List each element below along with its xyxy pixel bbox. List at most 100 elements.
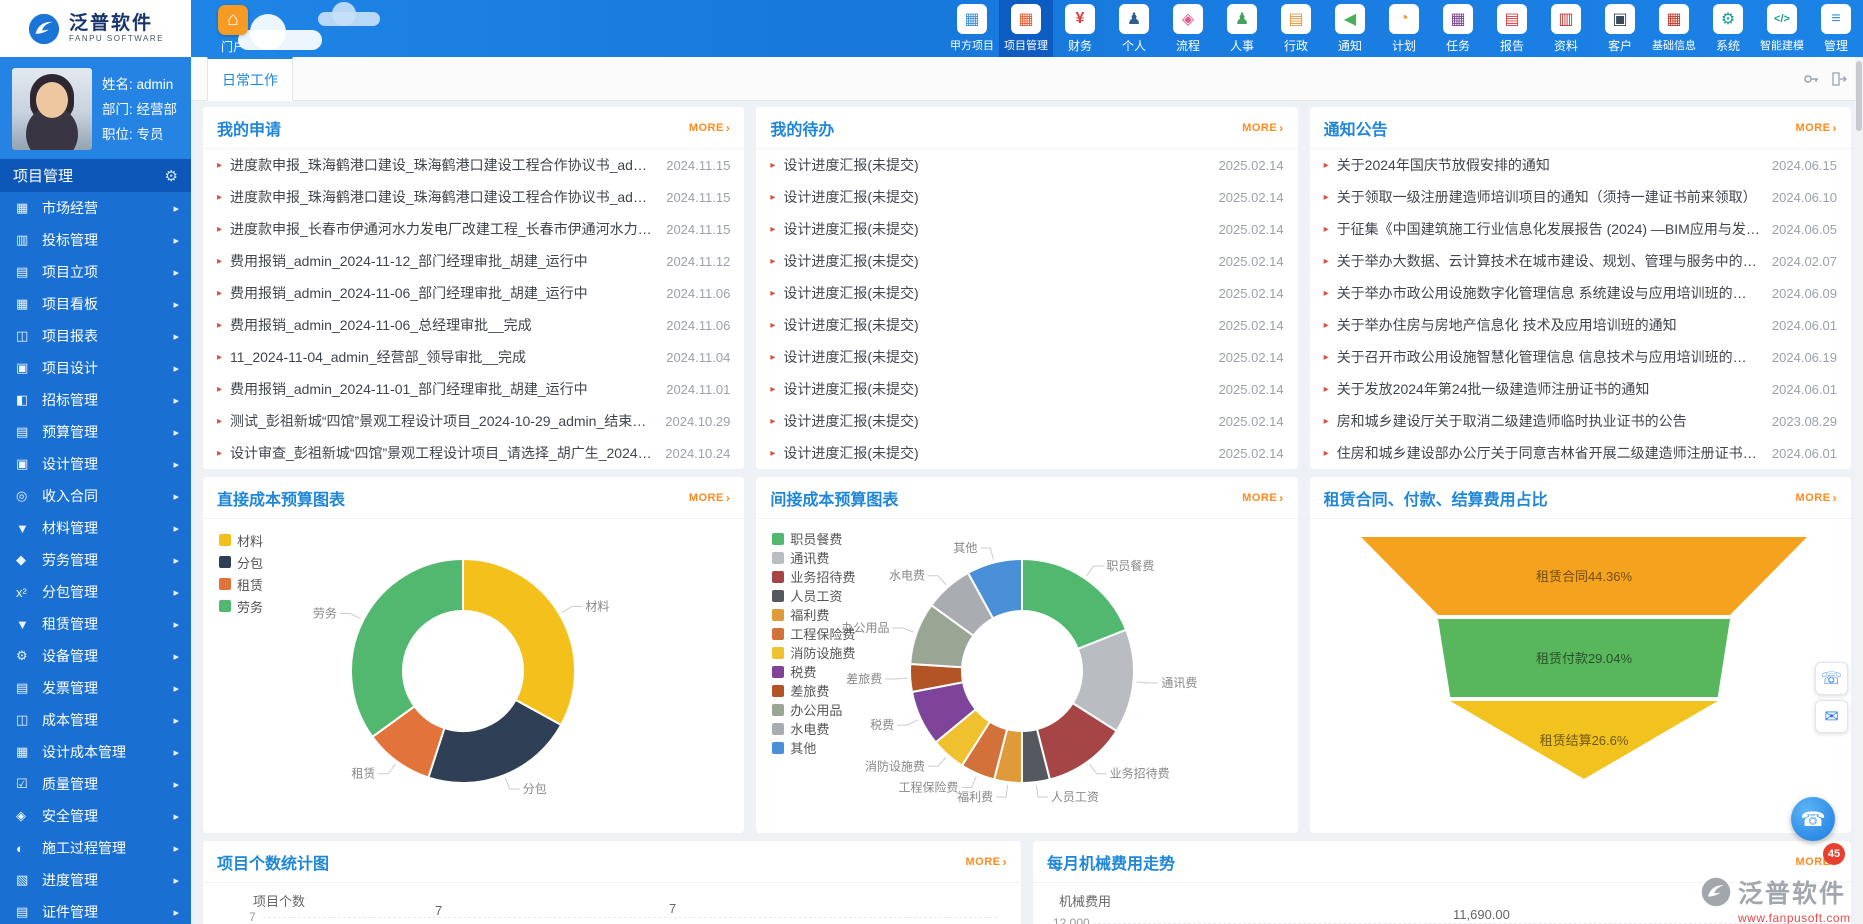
list-item[interactable]: ▸设计进度汇报(未提交)2025.02.14 — [770, 213, 1283, 245]
topnav-人事[interactable]: ♟人事 — [1215, 0, 1269, 57]
sidebar-item-质量管理[interactable]: ☑质量管理▸ — [0, 768, 191, 800]
sidebar-item-投标管理[interactable]: ▥投标管理▸ — [0, 224, 191, 256]
list-item[interactable]: ▸设计审查_彭祖新城“四馆”景观工程设计项目_请选择_胡广生_2024-10-2… — [217, 437, 730, 469]
list-item[interactable]: ▸设计进度汇报(未提交)2025.02.14 — [770, 277, 1283, 309]
exit-panel-icon[interactable] — [1831, 71, 1847, 87]
topnav-客户[interactable]: ▣客户 — [1593, 0, 1647, 57]
topnav-智能建模[interactable]: </>智能建模 — [1755, 0, 1809, 57]
sidebar-item-劳务管理[interactable]: ◆劳务管理▸ — [0, 544, 191, 576]
sidebar-item-预算管理[interactable]: ▤预算管理▸ — [0, 416, 191, 448]
pie-slice-材料[interactable] — [463, 559, 575, 725]
list-item[interactable]: ▸设计进度汇报(未提交)2025.02.14 — [770, 181, 1283, 213]
legend-item-职员餐费[interactable]: 职员餐费 — [772, 529, 855, 548]
sidebar-item-进度管理[interactable]: ▧进度管理▸ — [0, 864, 191, 896]
legend-item-工程保险费[interactable]: 工程保险费 — [772, 624, 855, 643]
notification-badge[interactable]: 45 — [1823, 843, 1845, 865]
sidebar-item-成本管理[interactable]: ◫成本管理▸ — [0, 704, 191, 736]
more-link[interactable]: MORE› — [1795, 122, 1837, 134]
more-link[interactable]: MORE› — [689, 122, 731, 134]
legend-item-其他[interactable]: 其他 — [772, 738, 855, 757]
more-link[interactable]: MORE› — [1242, 492, 1284, 504]
sidebar-item-项目立项[interactable]: ▤项目立项▸ — [0, 256, 191, 288]
legend-item-租赁[interactable]: 租赁 — [219, 573, 263, 595]
list-item[interactable]: ▸进度款申报_珠海鹤港口建设_珠海鹤港口建设工程合作协议书_admin_...2… — [217, 149, 730, 181]
topnav-通知[interactable]: ◀通知 — [1323, 0, 1377, 57]
direct-cost-donut-chart[interactable]: 材料分包租赁劳务 — [203, 519, 744, 833]
list-item[interactable]: ▸费用报销_admin_2024-11-06_部门经理审批_胡建_运行中2024… — [217, 277, 730, 309]
list-item[interactable]: ▸费用报销_admin_2024-11-06_总经理审批__完成2024.11.… — [217, 309, 730, 341]
legend-item-水电费[interactable]: 水电费 — [772, 719, 855, 738]
topnav-系统[interactable]: ⚙系统 — [1701, 0, 1755, 57]
list-item[interactable]: ▸关于发放2024年第24批一级建造师注册证书的通知2024.06.01 — [1324, 373, 1837, 405]
lease-funnel-chart[interactable]: 租赁合同44.36%租赁付款29.04%租赁结算26.6% — [1310, 519, 1851, 833]
legend-item-办公用品[interactable]: 办公用品 — [772, 700, 855, 719]
topnav-个人[interactable]: ♟个人 — [1107, 0, 1161, 57]
topnav-任务[interactable]: ▦任务 — [1431, 0, 1485, 57]
list-item[interactable]: ▸测试_彭祖新城“四馆”景观工程设计项目_2024-10-29_admin_结束… — [217, 405, 730, 437]
pie-slice-劳务[interactable] — [351, 559, 463, 737]
topnav-资料[interactable]: ▥资料 — [1539, 0, 1593, 57]
topnav-报告[interactable]: ▤报告 — [1485, 0, 1539, 57]
sidebar-item-安全管理[interactable]: ◈安全管理▸ — [0, 800, 191, 832]
topnav-计划[interactable]: ◔计划 — [1377, 0, 1431, 57]
sidebar-item-项目设计[interactable]: ▣项目设计▸ — [0, 352, 191, 384]
topnav-财务[interactable]: ¥财务 — [1053, 0, 1107, 57]
list-item[interactable]: ▸关于举办住房与房地产信息化 技术及应用培训班的通知2024.06.01 — [1324, 309, 1837, 341]
list-item[interactable]: ▸进度款申报_长春市伊通河水力发电厂改建工程_长春市伊通河水力发电...2024… — [217, 213, 730, 245]
gear-icon[interactable]: ⚙ — [165, 167, 178, 185]
legend-item-福利费[interactable]: 福利费 — [772, 605, 855, 624]
logo[interactable]: 泛普软件 FANPU SOFTWARE — [0, 0, 191, 57]
sidebar-item-项目看板[interactable]: ▦项目看板▸ — [0, 288, 191, 320]
scrollbar[interactable] — [1855, 57, 1863, 924]
more-link[interactable]: MORE› — [1795, 492, 1837, 504]
list-item[interactable]: ▸房和城乡建设厅关于取消二级建造师临时执业证书的公告2023.08.29 — [1324, 405, 1837, 437]
sidebar-item-材料管理[interactable]: ▼材料管理▸ — [0, 512, 191, 544]
mail-icon[interactable]: ✉ — [1815, 700, 1848, 733]
legend-item-税费[interactable]: 税费 — [772, 662, 855, 681]
list-item[interactable]: ▸费用报销_admin_2024-11-12_部门经理审批_胡建_运行中2024… — [217, 245, 730, 277]
tab-daily-work[interactable]: 日常工作 — [207, 57, 293, 101]
sidebar-item-施工过程管理[interactable]: ◐施工过程管理▸ — [0, 832, 191, 864]
key-icon[interactable] — [1803, 71, 1819, 87]
more-link[interactable]: MORE› — [966, 856, 1008, 868]
legend-item-业务招待费[interactable]: 业务招待费 — [772, 567, 855, 586]
topnav-甲方项目[interactable]: ▦甲方项目 — [945, 0, 999, 57]
legend-item-劳务[interactable]: 劳务 — [219, 595, 263, 617]
legend-item-材料[interactable]: 材料 — [219, 529, 263, 551]
project-count-bar-chart[interactable]: 项目个数777 — [203, 883, 1021, 924]
customer-service-button[interactable]: ☎ — [1791, 797, 1835, 841]
topnav-流程[interactable]: ◈流程 — [1161, 0, 1215, 57]
sidebar-item-项目报表[interactable]: ◫项目报表▸ — [0, 320, 191, 352]
sidebar-item-收入合同[interactable]: ◎收入合同▸ — [0, 480, 191, 512]
topnav-行政[interactable]: ▤行政 — [1269, 0, 1323, 57]
sidebar-item-证件管理[interactable]: ▤证件管理▸ — [0, 896, 191, 924]
list-item[interactable]: ▸设计进度汇报(未提交)2025.02.14 — [770, 341, 1283, 373]
list-item[interactable]: ▸住房和城乡建设部办公厅关于同意吉林省开展二级建造师注册证书电子化试点...20… — [1324, 437, 1837, 469]
sidebar-item-分包管理[interactable]: x²分包管理▸ — [0, 576, 191, 608]
more-link[interactable]: MORE› — [689, 492, 731, 504]
legend-item-消防设施费[interactable]: 消防设施费 — [772, 643, 855, 662]
list-item[interactable]: ▸设计进度汇报(未提交)2025.02.14 — [770, 373, 1283, 405]
list-item[interactable]: ▸关于2024年国庆节放假安排的通知2024.06.15 — [1324, 149, 1837, 181]
sidebar-item-设计管理[interactable]: ▣设计管理▸ — [0, 448, 191, 480]
list-item[interactable]: ▸关于召开市政公用设施智慧化管理信息 信息技术与应用培训班的通知2024.06.… — [1324, 341, 1837, 373]
legend-item-差旅费[interactable]: 差旅费 — [772, 681, 855, 700]
sidebar-item-招标管理[interactable]: ◧招标管理▸ — [0, 384, 191, 416]
list-item[interactable]: ▸设计进度汇报(未提交)2025.02.14 — [770, 149, 1283, 181]
topnav-项目管理[interactable]: ▦项目管理 — [999, 0, 1053, 57]
list-item[interactable]: ▸费用报销_admin_2024-11-01_部门经理审批_胡建_运行中2024… — [217, 373, 730, 405]
list-item[interactable]: ▸设计进度汇报(未提交)2025.02.14 — [770, 437, 1283, 469]
more-link[interactable]: MORE› — [1242, 122, 1284, 134]
topnav-基础信息[interactable]: ▦基础信息 — [1647, 0, 1701, 57]
phone-icon[interactable]: ☏ — [1815, 662, 1848, 695]
list-item[interactable]: ▸关于领取一级注册建造师培训项目的通知（须持一建证书前来领取）2024.06.1… — [1324, 181, 1837, 213]
list-item[interactable]: ▸于征集《中国建筑施工行业信息化发展报告 (2024) —BIM应用与发展》材料… — [1324, 213, 1837, 245]
list-item[interactable]: ▸关于举办市政公用设施数字化管理信息 系统建设与应用培训班的通知2024.06.… — [1324, 277, 1837, 309]
sidebar-item-发票管理[interactable]: ▤发票管理▸ — [0, 672, 191, 704]
legend-item-通讯费[interactable]: 通讯费 — [772, 548, 855, 567]
list-item[interactable]: ▸设计进度汇报(未提交)2025.02.14 — [770, 245, 1283, 277]
list-item[interactable]: ▸设计进度汇报(未提交)2025.02.14 — [770, 309, 1283, 341]
avatar[interactable] — [12, 68, 92, 150]
legend-item-人员工资[interactable]: 人员工资 — [772, 586, 855, 605]
list-item[interactable]: ▸11_2024-11-04_admin_经营部_领导审批__完成2024.11… — [217, 341, 730, 373]
